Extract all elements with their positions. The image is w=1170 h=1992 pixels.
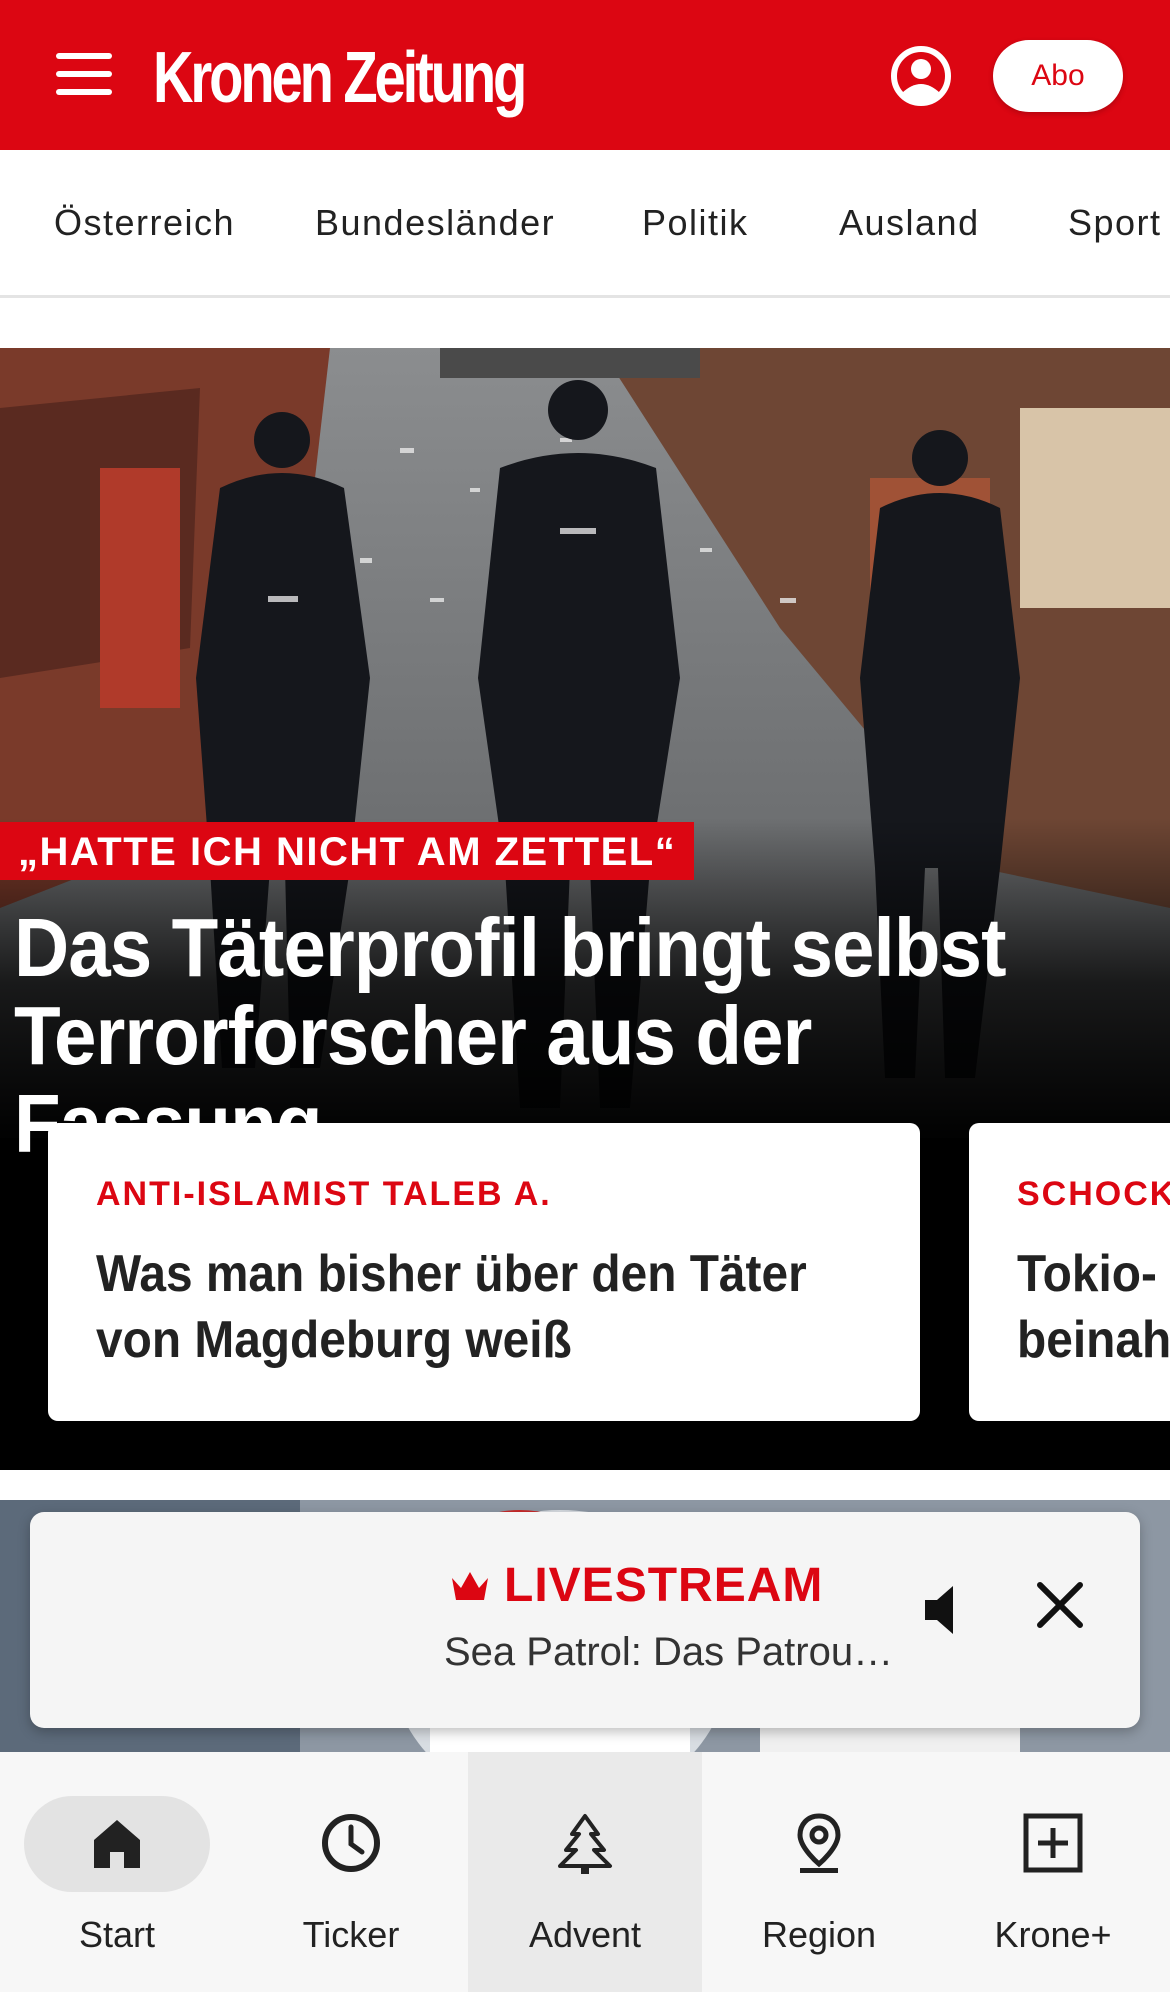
nav-label: Ticker bbox=[302, 1914, 400, 1955]
category-ausland[interactable]: Ausland bbox=[839, 202, 980, 244]
category-nav: Österreich Bundesländer Politik Ausland … bbox=[0, 150, 1170, 298]
hero-kicker[interactable]: „HATTE ICH NICHT AM ZETTEL“ bbox=[0, 822, 695, 880]
abo-button[interactable]: Abo bbox=[993, 40, 1123, 112]
nav-ticker[interactable]: Ticker bbox=[234, 1752, 468, 1992]
close-icon[interactable] bbox=[1035, 1580, 1085, 1630]
story-card-title: Tokio- beinah bbox=[1017, 1245, 1170, 1369]
story-card[interactable]: SCHOCK Tokio- beinah bbox=[969, 1123, 1170, 1421]
site-logo[interactable]: Kronen Zeitung bbox=[153, 36, 527, 120]
story-card-tag: ANTI-ISLAMIST TALEB A. bbox=[96, 1175, 552, 1213]
category-sport[interactable]: Sport bbox=[1068, 202, 1162, 244]
livestream-title: Sea Patrol: Das Patrou… bbox=[444, 1630, 894, 1674]
nav-region[interactable]: Region bbox=[702, 1752, 936, 1992]
story-card-tag: SCHOCK bbox=[1017, 1175, 1170, 1213]
nav-label: Region bbox=[761, 1914, 877, 1955]
plus-box-icon bbox=[1023, 1813, 1083, 1873]
livestream-bar[interactable]: LIVESTREAM Sea Patrol: Das Patrou… bbox=[30, 1512, 1140, 1728]
top-bar: Kronen Zeitung Abo bbox=[0, 0, 1170, 150]
story-card-title: Was man bisher über den Täter von Magdeb… bbox=[96, 1245, 807, 1369]
crown-icon bbox=[452, 1572, 488, 1600]
nav-advent[interactable]: Advent bbox=[468, 1752, 702, 1992]
christmas-tree-icon bbox=[558, 1814, 612, 1874]
clock-icon bbox=[322, 1814, 380, 1872]
speaker-icon[interactable] bbox=[923, 1582, 967, 1638]
category-politik[interactable]: Politik bbox=[642, 202, 749, 244]
category-oesterreich[interactable]: Österreich bbox=[54, 202, 235, 244]
home-icon bbox=[94, 1820, 140, 1868]
nav-label: Krone+ bbox=[994, 1914, 1112, 1955]
category-bundeslaender[interactable]: Bundesländer bbox=[315, 202, 555, 244]
livestream-label: LIVESTREAM bbox=[504, 1559, 824, 1612]
hamburger-menu-icon[interactable] bbox=[56, 53, 112, 95]
nav-krone-plus[interactable]: Krone+ bbox=[936, 1752, 1170, 1992]
nav-start[interactable]: Start bbox=[0, 1752, 234, 1992]
location-pin-icon bbox=[797, 1813, 841, 1873]
user-account-icon[interactable] bbox=[890, 45, 952, 107]
hero-section: „HATTE ICH NICHT AM ZETTEL“ Das Täterpro… bbox=[0, 348, 1170, 1470]
bottom-nav: Start Ticker Advent Region Krone+ bbox=[0, 1752, 1170, 1992]
nav-label: Start bbox=[78, 1914, 156, 1955]
nav-label: Advent bbox=[528, 1914, 642, 1955]
story-card[interactable]: ANTI-ISLAMIST TALEB A. Was man bisher üb… bbox=[48, 1123, 920, 1421]
